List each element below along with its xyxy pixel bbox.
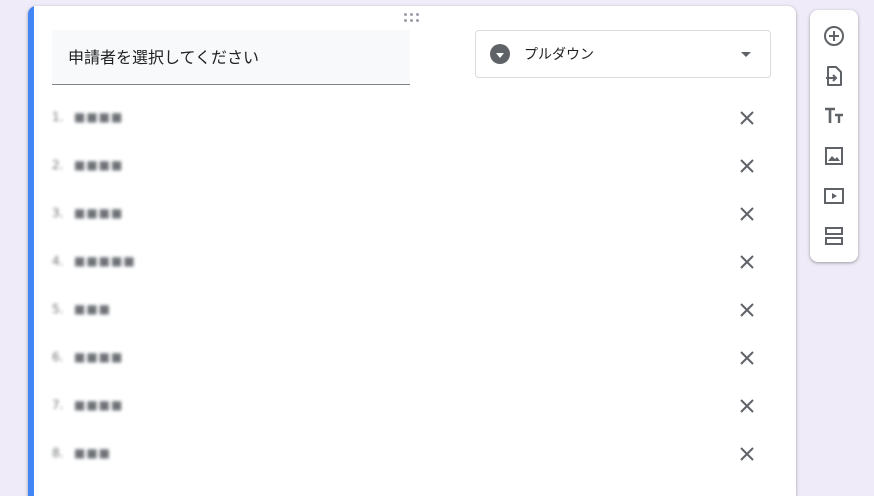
caret-down-icon bbox=[741, 51, 751, 57]
remove-option-button[interactable] bbox=[735, 298, 759, 322]
question-title-input[interactable]: 申請者を選択してください bbox=[52, 30, 410, 85]
option-text-input[interactable]: ■■■■ bbox=[74, 158, 123, 172]
option-number: 3. bbox=[52, 206, 64, 220]
add-section-button[interactable] bbox=[822, 224, 846, 248]
remove-option-button[interactable] bbox=[735, 202, 759, 226]
option-text-input[interactable]: ■■■■ bbox=[74, 350, 123, 364]
add-image-button[interactable] bbox=[822, 144, 846, 168]
close-icon bbox=[740, 399, 754, 413]
question-card[interactable]: 申請者を選択してください プルダウン 1. ■■■■ 2. ■■■■ 3. ■■… bbox=[28, 6, 796, 496]
option-text-input[interactable]: ■■■■ bbox=[74, 206, 123, 220]
option-number: 5. bbox=[52, 302, 64, 316]
title-text-icon bbox=[825, 107, 843, 123]
add-circle-icon bbox=[824, 26, 844, 46]
remove-option-button[interactable] bbox=[735, 394, 759, 418]
option-text-input[interactable]: ■■■ bbox=[74, 302, 111, 316]
close-icon bbox=[740, 207, 754, 221]
remove-option-button[interactable] bbox=[735, 106, 759, 130]
add-title-button[interactable] bbox=[822, 104, 846, 128]
option-number: 2. bbox=[52, 158, 64, 172]
option-row: 3. ■■■■ bbox=[28, 190, 796, 238]
option-text-input[interactable]: ■■■■ bbox=[74, 398, 123, 412]
option-text-input[interactable]: ■■■■ bbox=[74, 110, 123, 124]
remove-option-button[interactable] bbox=[735, 346, 759, 370]
option-number: 1. bbox=[52, 110, 64, 124]
close-icon bbox=[740, 351, 754, 365]
add-question-button[interactable] bbox=[822, 24, 846, 48]
option-row: 2. ■■■■ bbox=[28, 142, 796, 190]
close-icon bbox=[740, 159, 754, 173]
video-icon bbox=[824, 188, 844, 204]
option-number: 6. bbox=[52, 350, 64, 364]
option-number: 7. bbox=[52, 398, 64, 412]
option-text-input[interactable]: ■■■ bbox=[74, 446, 111, 460]
question-type-select[interactable]: プルダウン bbox=[475, 30, 771, 78]
close-icon bbox=[740, 255, 754, 269]
add-video-button[interactable] bbox=[822, 184, 846, 208]
floating-toolbar bbox=[810, 10, 858, 262]
import-questions-button[interactable] bbox=[822, 64, 846, 88]
option-row: 5. ■■■ bbox=[28, 286, 796, 334]
import-questions-icon bbox=[826, 66, 842, 86]
option-number: 8. bbox=[52, 446, 64, 460]
option-row: 4. ■■■■■ bbox=[28, 238, 796, 286]
section-icon bbox=[825, 227, 843, 245]
option-row: 7. ■■■■ bbox=[28, 382, 796, 430]
close-icon bbox=[740, 111, 754, 125]
drag-handle-icon[interactable] bbox=[404, 13, 420, 22]
option-row: 6. ■■■■ bbox=[28, 334, 796, 382]
close-icon bbox=[740, 303, 754, 317]
option-text-input[interactable]: ■■■■■ bbox=[74, 254, 136, 268]
option-row: 1. ■■■■ bbox=[28, 94, 796, 142]
option-row: 8. ■■■ bbox=[28, 430, 796, 478]
close-icon bbox=[740, 447, 754, 461]
remove-option-button[interactable] bbox=[735, 250, 759, 274]
image-icon bbox=[825, 147, 843, 165]
option-number: 4. bbox=[52, 254, 64, 268]
dropdown-type-icon bbox=[490, 44, 510, 64]
remove-option-button[interactable] bbox=[735, 154, 759, 178]
remove-option-button[interactable] bbox=[735, 442, 759, 466]
question-type-label: プルダウン bbox=[524, 47, 594, 63]
